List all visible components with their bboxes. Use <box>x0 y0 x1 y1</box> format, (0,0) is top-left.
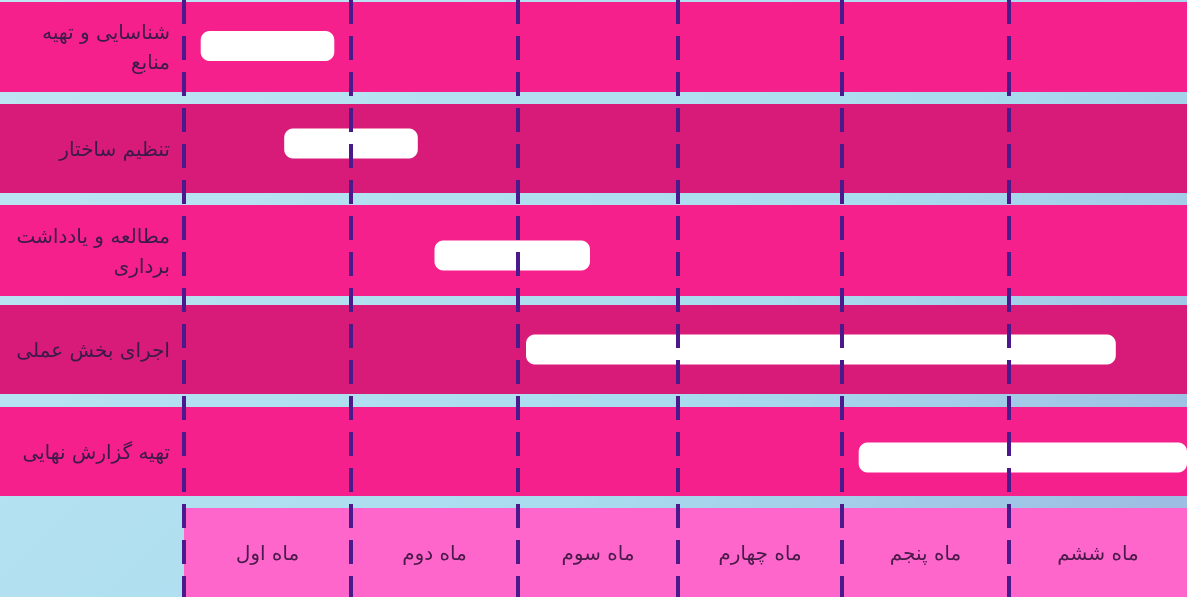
gantt-bar-1 <box>200 31 335 61</box>
month-label-4: ماه چهارم <box>718 540 802 565</box>
task-label-2: تنظیم ساختار <box>6 104 178 193</box>
gantt-bar-3 <box>434 240 590 271</box>
task-label-1: شناسایی و تهیه منابع <box>6 2 178 92</box>
month-label-5: ماه پنجم <box>889 540 962 565</box>
task-label-text: تهیه گزارش نهایی <box>22 439 170 464</box>
month-label-3: ماه سوم <box>561 540 635 565</box>
task-label-text: تنظیم ساختار <box>59 136 170 161</box>
gantt-bar-4 <box>526 334 1116 365</box>
gantt-bar-5 <box>858 442 1187 473</box>
task-label-5: تهیه گزارش نهایی <box>6 407 178 496</box>
task-label-3: مطالعه و یادداشت برداری <box>6 205 178 296</box>
task-label-text: مطالعه و یادداشت برداری <box>16 223 170 278</box>
month-label-2: ماه دوم <box>402 540 467 565</box>
task-label-text: شناسایی و تهیه منابع <box>42 20 170 74</box>
month-label-6: ماه ششم <box>1057 540 1139 565</box>
task-label-4: اجرای بخش عملی <box>6 305 178 394</box>
task-label-text: اجرای بخش عملی <box>16 337 170 362</box>
month-label-1: ماه اول <box>235 540 300 565</box>
